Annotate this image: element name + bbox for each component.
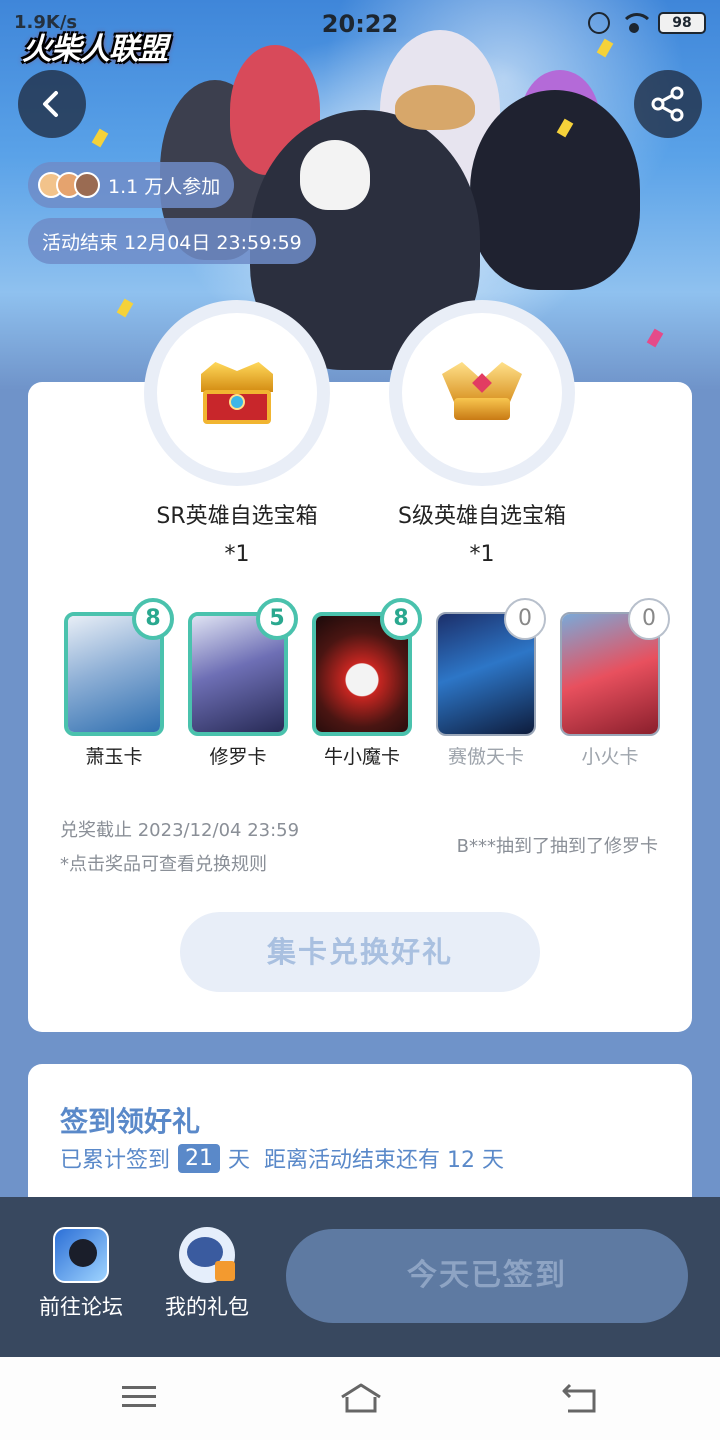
battery-icon: 98 <box>658 12 706 34</box>
forum-label: 前往论坛 <box>39 1295 123 1319</box>
card-name: 牛小魔卡 <box>323 746 400 768</box>
my-gifts-button[interactable]: 我的礼包 <box>152 1227 262 1321</box>
share-icon <box>651 86 684 122</box>
forum-button[interactable]: 前往论坛 <box>26 1227 136 1321</box>
back-icon[interactable] <box>560 1381 600 1415</box>
forum-icon <box>53 1227 109 1283</box>
reward-name: SR英雄自选宝箱 <box>156 504 318 529</box>
participant-avatars <box>38 172 100 198</box>
share-button[interactable] <box>634 70 702 138</box>
redeem-deadline: 兑奖截止 2023/12/04 23:59 <box>60 820 300 841</box>
hero-card-niuxiaomo[interactable]: 8 牛小魔卡 <box>310 598 422 769</box>
reward-name: S级英雄自选宝箱 <box>398 504 566 529</box>
card-name: 修罗卡 <box>209 746 267 768</box>
gift-icon <box>179 1227 235 1283</box>
sign-in-summary: 已累计签到 21 天 距离活动结束还有 12 天 <box>60 1142 504 1174</box>
reward-sr-chest[interactable]: SR英雄自选宝箱 *1 <box>144 300 330 567</box>
card-count-badge: 0 <box>628 598 670 640</box>
hero-card-saoaotian[interactable]: 0 赛傲天卡 <box>434 598 546 769</box>
redeem-hint: *点击奖品可查看兑换规则 <box>60 854 267 875</box>
exchange-button[interactable]: 集卡兑换好礼 <box>180 912 540 992</box>
participants-count: 1.1 万人参加 <box>108 175 221 198</box>
event-end-text: 活动结束 12月04日 23:59:59 <box>42 231 302 254</box>
reward-qty: *1 <box>469 542 495 567</box>
card-name: 小火卡 <box>581 746 639 768</box>
sign-in-suffix: 天 距离活动结束还有 12 天 <box>228 1148 504 1173</box>
card-count-badge: 8 <box>132 598 174 640</box>
sign-in-days: 21 <box>178 1143 221 1173</box>
card-count-badge: 8 <box>380 598 422 640</box>
wifi-icon <box>620 13 654 33</box>
card-name: 萧玉卡 <box>85 746 143 768</box>
home-icon[interactable] <box>338 1381 381 1415</box>
card-name: 赛傲天卡 <box>447 746 524 768</box>
bottom-action-bar: 前往论坛 我的礼包 今天已签到 <box>0 1197 720 1357</box>
draw-ticker: B***抽到了抽到了修罗卡 <box>456 836 658 857</box>
hero-card-xiaoyu[interactable]: 8 萧玉卡 <box>62 598 174 769</box>
hero-cards-row: 8 萧玉卡 5 修罗卡 8 牛小魔卡 0 赛傲天卡 0 小火卡 <box>28 598 692 778</box>
menu-icon[interactable] <box>122 1381 162 1415</box>
card-count-badge: 0 <box>504 598 546 640</box>
gift-label: 我的礼包 <box>165 1295 249 1319</box>
reward-s-chest[interactable]: S级英雄自选宝箱 *1 <box>389 300 575 567</box>
treasure-chest-icon <box>197 362 277 424</box>
treasure-chest-icon <box>442 362 522 424</box>
hero-card-xiaohuo[interactable]: 0 小火卡 <box>558 598 670 769</box>
system-nav-bar <box>0 1357 720 1440</box>
checkin-button[interactable]: 今天已签到 <box>286 1229 688 1323</box>
alarm-icon <box>588 12 610 34</box>
hero-card-xiuluo[interactable]: 5 修罗卡 <box>186 598 298 769</box>
sign-in-title: 签到领好礼 <box>60 1105 201 1138</box>
back-button[interactable] <box>18 70 86 138</box>
card-count-badge: 5 <box>256 598 298 640</box>
event-end-pill: 活动结束 12月04日 23:59:59 <box>28 218 316 264</box>
participants-pill: 1.1 万人参加 <box>28 162 235 208</box>
sign-in-prefix: 已累计签到 <box>60 1148 171 1173</box>
back-arrow-icon <box>43 91 58 117</box>
reward-qty: *1 <box>224 542 250 567</box>
